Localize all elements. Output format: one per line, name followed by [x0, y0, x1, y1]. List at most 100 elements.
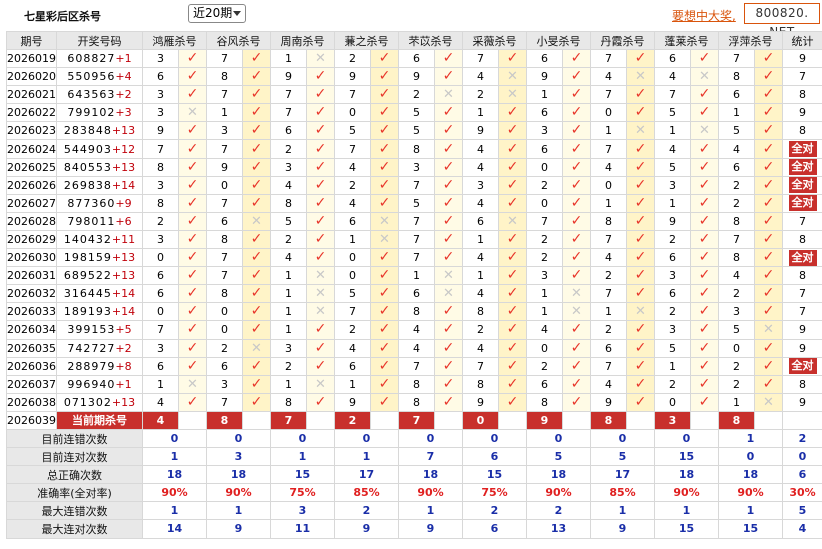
check-icon: ✓	[506, 375, 519, 392]
result-cell: ✓	[754, 175, 783, 195]
summary-value: 0	[206, 428, 271, 449]
check-icon: ✓	[762, 122, 775, 139]
kill-number-cell: 7	[334, 302, 371, 322]
check-icon: ✓	[250, 68, 263, 85]
check-icon: ✓	[762, 375, 775, 392]
kill-number-cell: 5	[654, 157, 691, 177]
draw-numbers: 550956	[67, 70, 116, 84]
result-cell: ✓	[690, 266, 719, 286]
kill-number-cell: 4	[462, 139, 499, 159]
kill-number-cell: 5	[398, 121, 435, 141]
result-cell: ✓	[242, 103, 271, 123]
result-cell: ✓	[754, 48, 783, 69]
result-cell: ✕	[306, 266, 335, 286]
result-cell: ✓	[242, 175, 271, 195]
summary-value: 1	[718, 428, 783, 449]
stat-cell: 全对	[782, 175, 822, 195]
check-icon: ✓	[762, 249, 775, 266]
kill-number-cell: 8	[206, 284, 243, 304]
result-cell: ✓	[178, 392, 207, 412]
period-cell: 2026037	[6, 374, 57, 394]
stat-cell: 8	[782, 229, 822, 250]
table-row: 2026022 799102+3 3 ✕ 1 ✓ 7 ✓ 0 ✓ 5 ✓ 1 ✓ 6 ✓ 0 ✓ 5 ✓ 1 ✓ 9	[6, 103, 822, 123]
period-cell: 2026038	[6, 392, 57, 412]
summary-row: 目前连错次数 0 0 0 0 0 0 0 0 0 1 2	[6, 428, 822, 449]
summary-label: 最大连错次数	[6, 501, 143, 521]
draw-sum: +14	[111, 287, 136, 301]
promo-link[interactable]: 要想中大奖,	[672, 7, 736, 24]
check-icon: ✓	[634, 249, 647, 266]
check-icon: ✓	[570, 393, 583, 410]
result-cell: ✕	[626, 67, 655, 87]
summary-row: 最大连对次数 14 9 11 9 9 6 13 9 15 15 4	[6, 519, 822, 539]
kill-number-cell: 5	[334, 121, 371, 141]
result-cell: ✓	[370, 266, 399, 286]
check-icon: ✓	[250, 249, 263, 266]
result-cell: ✓	[562, 175, 591, 195]
kill-number-cell: 4	[334, 193, 371, 213]
summary-stat-value: 0	[782, 447, 822, 467]
kill-number-cell: 0	[206, 175, 243, 195]
summary-value: 0	[142, 428, 207, 449]
kill-number-cell: 3	[398, 157, 435, 177]
kill-number-cell: 1	[270, 374, 307, 394]
period-cell: 2026026	[6, 175, 57, 195]
kill-number-cell: 8	[398, 139, 435, 159]
check-icon: ✓	[314, 321, 327, 338]
result-cell: ✓	[562, 48, 591, 69]
check-icon: ✓	[570, 194, 583, 211]
cross-icon: ✕	[507, 213, 518, 229]
kill-number-cell: 6	[142, 284, 179, 304]
result-cell: ✓	[306, 320, 335, 340]
kill-number-cell: 2	[654, 302, 691, 322]
result-cell: ✓	[434, 302, 463, 322]
result-cell: ✓	[626, 320, 655, 340]
result-cell: ✓	[690, 356, 719, 376]
check-icon: ✓	[442, 50, 455, 67]
cross-icon: ✕	[635, 69, 646, 85]
summary-value: 18	[398, 465, 463, 485]
table-row: 2026033 189193+14 0 ✓ 0 ✓ 1 ✕ 7 ✓ 8 ✓ 8 ✓ 1 ✕ 1 ✕ 2 ✓ 3 ✓ 7	[6, 302, 822, 322]
result-cell: ✓	[370, 85, 399, 105]
kill-number-cell: 9	[526, 67, 563, 87]
draw-sum: +13	[111, 124, 136, 138]
summary-value: 14	[142, 519, 207, 539]
result-cell: ✓	[178, 211, 207, 231]
summary-value: 9	[590, 519, 655, 539]
kill-number-cell: 4	[718, 266, 755, 286]
check-icon: ✓	[442, 104, 455, 121]
cross-icon: ✕	[635, 304, 646, 320]
current-kill-number: 7	[398, 410, 435, 430]
kill-number-cell: 7	[206, 85, 243, 105]
result-cell: ✓	[434, 229, 463, 250]
result-cell: ✓	[306, 103, 335, 123]
check-icon: ✓	[442, 68, 455, 85]
result-cell: ✓	[754, 356, 783, 376]
kill-number-cell: 8	[398, 392, 435, 412]
table-row: 2026026 269838+14 3 ✓ 0 ✓ 4 ✓ 2 ✓ 7 ✓ 3 ✓ 2 ✓ 0 ✓ 3 ✓ 2 ✓ 全对	[6, 175, 822, 195]
kill-number-cell: 3	[526, 266, 563, 286]
site-badge[interactable]: 800820. NET	[744, 3, 820, 39]
kill-number-cell: 1	[334, 374, 371, 394]
result-cell: ✓	[626, 284, 655, 304]
kill-number-cell: 3	[654, 175, 691, 195]
result-cell: ✕	[434, 284, 463, 304]
period-range-select[interactable]: 近20期	[188, 4, 246, 23]
draw-numbers: 399153	[67, 323, 116, 337]
result-cell: ✓	[306, 157, 335, 177]
table-row: 2026035 742727+2 3 ✓ 2 ✕ 3 ✓ 4 ✓ 4 ✓ 4 ✓ 0 ✓ 6 ✓ 5 ✓ 0 ✓ 9	[6, 338, 822, 358]
check-icon: ✓	[698, 140, 711, 157]
stat-cell: 8	[782, 374, 822, 394]
kill-number-cell: 3	[142, 103, 179, 123]
result-cell: ✓	[498, 121, 527, 141]
kill-number-cell: 7	[590, 85, 627, 105]
draw-sum: +13	[111, 251, 136, 265]
period-cell: 2026023	[6, 121, 57, 141]
summary-row: 准确率(全对率) 90% 90% 75% 85% 90% 75% 90% 85% 90% 90% 30…	[6, 483, 822, 503]
check-icon: ✓	[762, 212, 775, 229]
result-cell: ✓	[370, 356, 399, 376]
kill-number-cell: 4	[462, 338, 499, 358]
result-cell: ✓	[690, 48, 719, 69]
result-cell: ✓	[242, 193, 271, 213]
check-icon: ✓	[762, 104, 775, 121]
